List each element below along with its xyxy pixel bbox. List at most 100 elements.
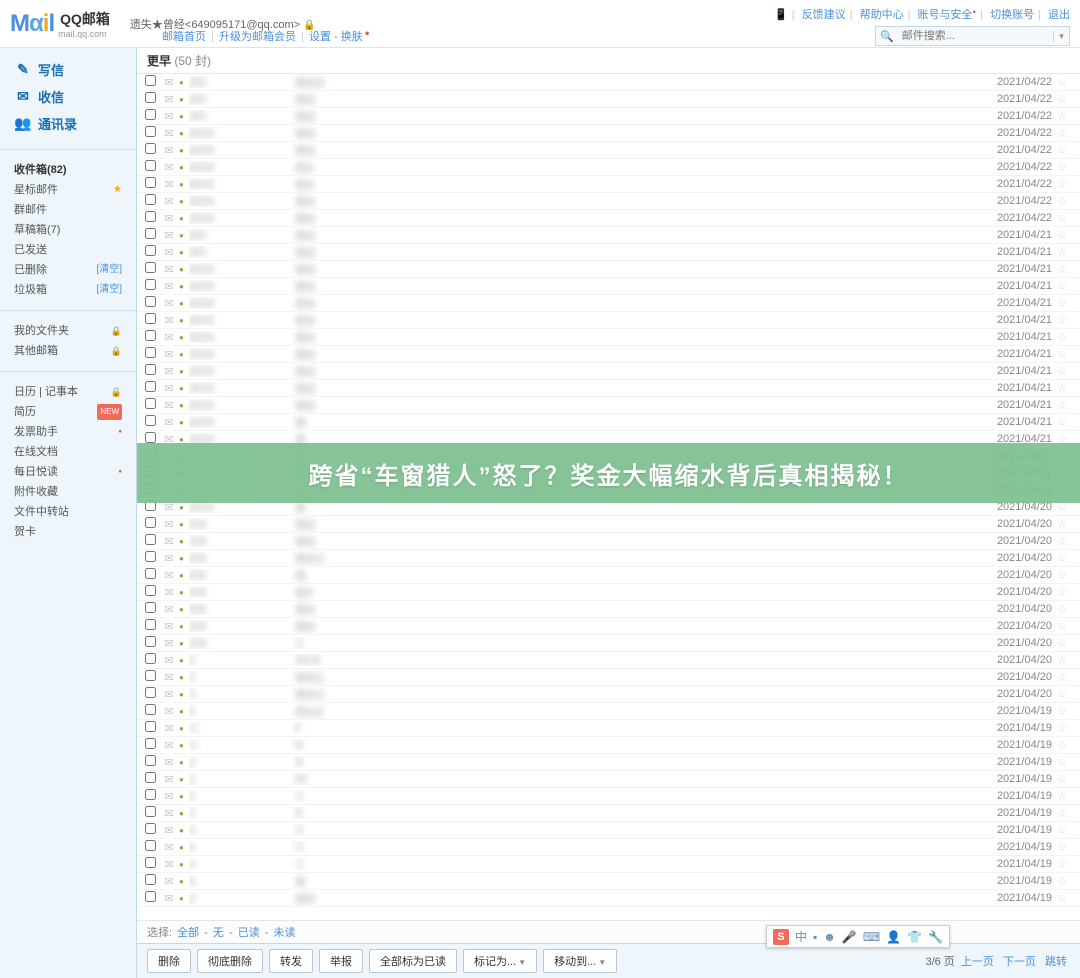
folder-item[interactable]: 我的文件夹🔒 xyxy=(0,321,136,341)
star-icon[interactable]: ☆ xyxy=(1052,365,1072,378)
row-checkbox[interactable] xyxy=(145,517,156,528)
sel-read[interactable]: 已读 xyxy=(238,927,260,939)
row-checkbox[interactable] xyxy=(145,857,156,868)
ime-mic-icon[interactable]: 🎤 xyxy=(842,930,857,944)
mail-row[interactable]: ✉ ● ycc s 晋M 2021/04/21 ☆ xyxy=(137,312,1080,329)
page-jump[interactable]: 跳转 xyxy=(1045,956,1067,968)
mail-row[interactable]: ✉ ● ycc s 晋M 2021/04/21 ☆ xyxy=(137,397,1080,414)
star-icon[interactable]: ☆ xyxy=(1052,739,1072,752)
star-icon[interactable]: ☆ xyxy=(1052,76,1072,89)
mail-row[interactable]: ✉ ● ycc 晋M 2021/04/21 ☆ xyxy=(137,227,1080,244)
folder-item[interactable]: 文件中转站 xyxy=(0,502,136,522)
folder-item[interactable]: 贺卡 xyxy=(0,522,136,542)
group-header[interactable]: 更早 (50 封) xyxy=(137,48,1080,74)
folder-item[interactable]: 已发送 xyxy=(0,240,136,260)
mail-row[interactable]: ✉ ● s 陕A V 2021/04/19 ☆ xyxy=(137,703,1080,720)
star-icon[interactable]: ☆ xyxy=(1052,705,1072,718)
star-icon[interactable]: ☆ xyxy=(1052,161,1072,174)
star-icon[interactable]: ☆ xyxy=(1052,331,1072,344)
row-checkbox[interactable] xyxy=(145,704,156,715)
star-icon[interactable]: ☆ xyxy=(1052,93,1072,106)
star-icon[interactable]: ☆ xyxy=(1052,263,1072,276)
link-home[interactable]: 邮箱首页 xyxy=(162,31,206,43)
star-icon[interactable]: ☆ xyxy=(1052,875,1072,888)
star-icon[interactable]: ☆ xyxy=(1052,535,1072,548)
row-checkbox[interactable] xyxy=(145,330,156,341)
star-icon[interactable]: ☆ xyxy=(1052,773,1072,786)
mail-row[interactable]: ✉ ● y C 2021/04/19 ☆ xyxy=(137,805,1080,822)
row-checkbox[interactable] xyxy=(145,109,156,120)
ime-tool-icon[interactable]: 🔧 xyxy=(928,930,943,944)
mail-row[interactable]: ✉ ● y ts 晋M 2021/04/20 ☆ xyxy=(137,618,1080,635)
btn-delete[interactable]: 删除 xyxy=(147,949,191,973)
row-checkbox[interactable] xyxy=(145,177,156,188)
star-icon[interactable]: ☆ xyxy=(1052,569,1072,582)
btn-report[interactable]: 举报 xyxy=(319,949,363,973)
star-icon[interactable]: ☆ xyxy=(1052,637,1072,650)
mail-row[interactable]: ✉ ● ycc s 晋M 2021/04/22 ☆ xyxy=(137,193,1080,210)
mail-row[interactable]: ✉ ● ycc 晋M 2021/04/22 ☆ xyxy=(137,108,1080,125)
row-checkbox[interactable] xyxy=(145,364,156,375)
folder-item[interactable]: 在线文档 xyxy=(0,442,136,462)
star-icon[interactable]: ☆ xyxy=(1052,297,1072,310)
page-next[interactable]: 下一页 xyxy=(1003,956,1036,968)
star-icon[interactable]: ☆ xyxy=(1052,348,1072,361)
mail-row[interactable]: ✉ ● 7 2021/04/19 ☆ xyxy=(137,720,1080,737)
row-checkbox[interactable] xyxy=(145,891,156,902)
folder-item[interactable]: 群邮件 xyxy=(0,200,136,220)
star-icon[interactable]: ☆ xyxy=(1052,246,1072,259)
mail-row[interactable]: ✉ ● y 晋M 2021/04/19 ☆ xyxy=(137,890,1080,907)
star-icon[interactable]: ☆ xyxy=(1052,756,1072,769)
row-checkbox[interactable] xyxy=(145,432,156,443)
mail-row[interactable]: ✉ ● ycc s 晋M 2021/04/21 ☆ xyxy=(137,329,1080,346)
mail-row[interactable]: ✉ ● ycc 晋M 8 2021/04/22 ☆ xyxy=(137,74,1080,91)
clear-link[interactable]: [清空] xyxy=(96,262,122,278)
row-checkbox[interactable] xyxy=(145,568,156,579)
mail-row[interactable]: ✉ ● y D 2021/04/19 ☆ xyxy=(137,754,1080,771)
row-checkbox[interactable] xyxy=(145,789,156,800)
row-checkbox[interactable] xyxy=(145,228,156,239)
folder-item[interactable]: 草稿箱(7) xyxy=(0,220,136,240)
ime-toolbar[interactable]: S 中 ▪ ☻ 🎤 ⌨ 👤 👕 🔧 xyxy=(766,925,950,948)
link-feedback[interactable]: 反馈建议 xyxy=(802,9,846,21)
mail-row[interactable]: ✉ ● ycc s 晋M 2021/04/21 ☆ xyxy=(137,261,1080,278)
star-icon[interactable]: ☆ xyxy=(1052,671,1072,684)
star-icon[interactable]: ☆ xyxy=(1052,416,1072,429)
link-settings[interactable]: 设置 - 换肤 xyxy=(309,31,363,43)
search-dropdown-icon[interactable]: ▾ xyxy=(1053,31,1069,42)
star-icon[interactable]: ☆ xyxy=(1052,620,1072,633)
star-icon[interactable]: ☆ xyxy=(1052,654,1072,667)
folder-item[interactable]: 每日悦读● xyxy=(0,462,136,482)
star-icon[interactable]: ☆ xyxy=(1052,212,1072,225)
row-checkbox[interactable] xyxy=(145,92,156,103)
mail-row[interactable]: ✉ ● H 2021/04/19 ☆ xyxy=(137,737,1080,754)
mail-row[interactable]: ✉ ● ycc s 晋M 2021/04/21 ☆ xyxy=(137,346,1080,363)
mail-row[interactable]: ✉ ● y 2021/04/19 ☆ xyxy=(137,822,1080,839)
star-icon[interactable]: ☆ xyxy=(1052,858,1072,871)
star-icon[interactable]: ☆ xyxy=(1052,178,1072,191)
side-action[interactable]: 👥通讯录 xyxy=(0,110,136,137)
row-checkbox[interactable] xyxy=(145,687,156,698)
row-checkbox[interactable] xyxy=(145,398,156,409)
row-checkbox[interactable] xyxy=(145,772,156,783)
ime-face-icon[interactable]: ☻ xyxy=(823,930,836,944)
phone-icon[interactable]: 📱 xyxy=(774,9,788,21)
row-checkbox[interactable] xyxy=(145,670,156,681)
mail-row[interactable]: ✉ ● y ts 晋M 2021/04/20 ☆ xyxy=(137,533,1080,550)
folder-item[interactable]: 简历NEW xyxy=(0,402,136,422)
row-checkbox[interactable] xyxy=(145,806,156,817)
mail-row[interactable]: ✉ ● ycc s 晋H 2021/04/22 ☆ xyxy=(137,176,1080,193)
mail-row[interactable]: ✉ ● ycc s 晋M 2021/04/21 ☆ xyxy=(137,278,1080,295)
mail-row[interactable]: ✉ ● s 晋M L 2021/04/20 ☆ xyxy=(137,669,1080,686)
side-action[interactable]: ✉收信 xyxy=(0,83,136,110)
mail-row[interactable]: ✉ ● y 晋 2021/04/19 ☆ xyxy=(137,873,1080,890)
folder-item[interactable]: 发票助手● xyxy=(0,422,136,442)
folder-item[interactable]: 星标邮件★ xyxy=(0,180,136,200)
row-checkbox[interactable] xyxy=(145,874,156,885)
row-checkbox[interactable] xyxy=(145,585,156,596)
row-checkbox[interactable] xyxy=(145,160,156,171)
folder-item[interactable]: 收件箱(82) xyxy=(0,160,136,180)
clear-link[interactable]: [清空] xyxy=(96,282,122,298)
folder-item[interactable]: 附件收藏 xyxy=(0,482,136,502)
star-icon[interactable]: ☆ xyxy=(1052,399,1072,412)
